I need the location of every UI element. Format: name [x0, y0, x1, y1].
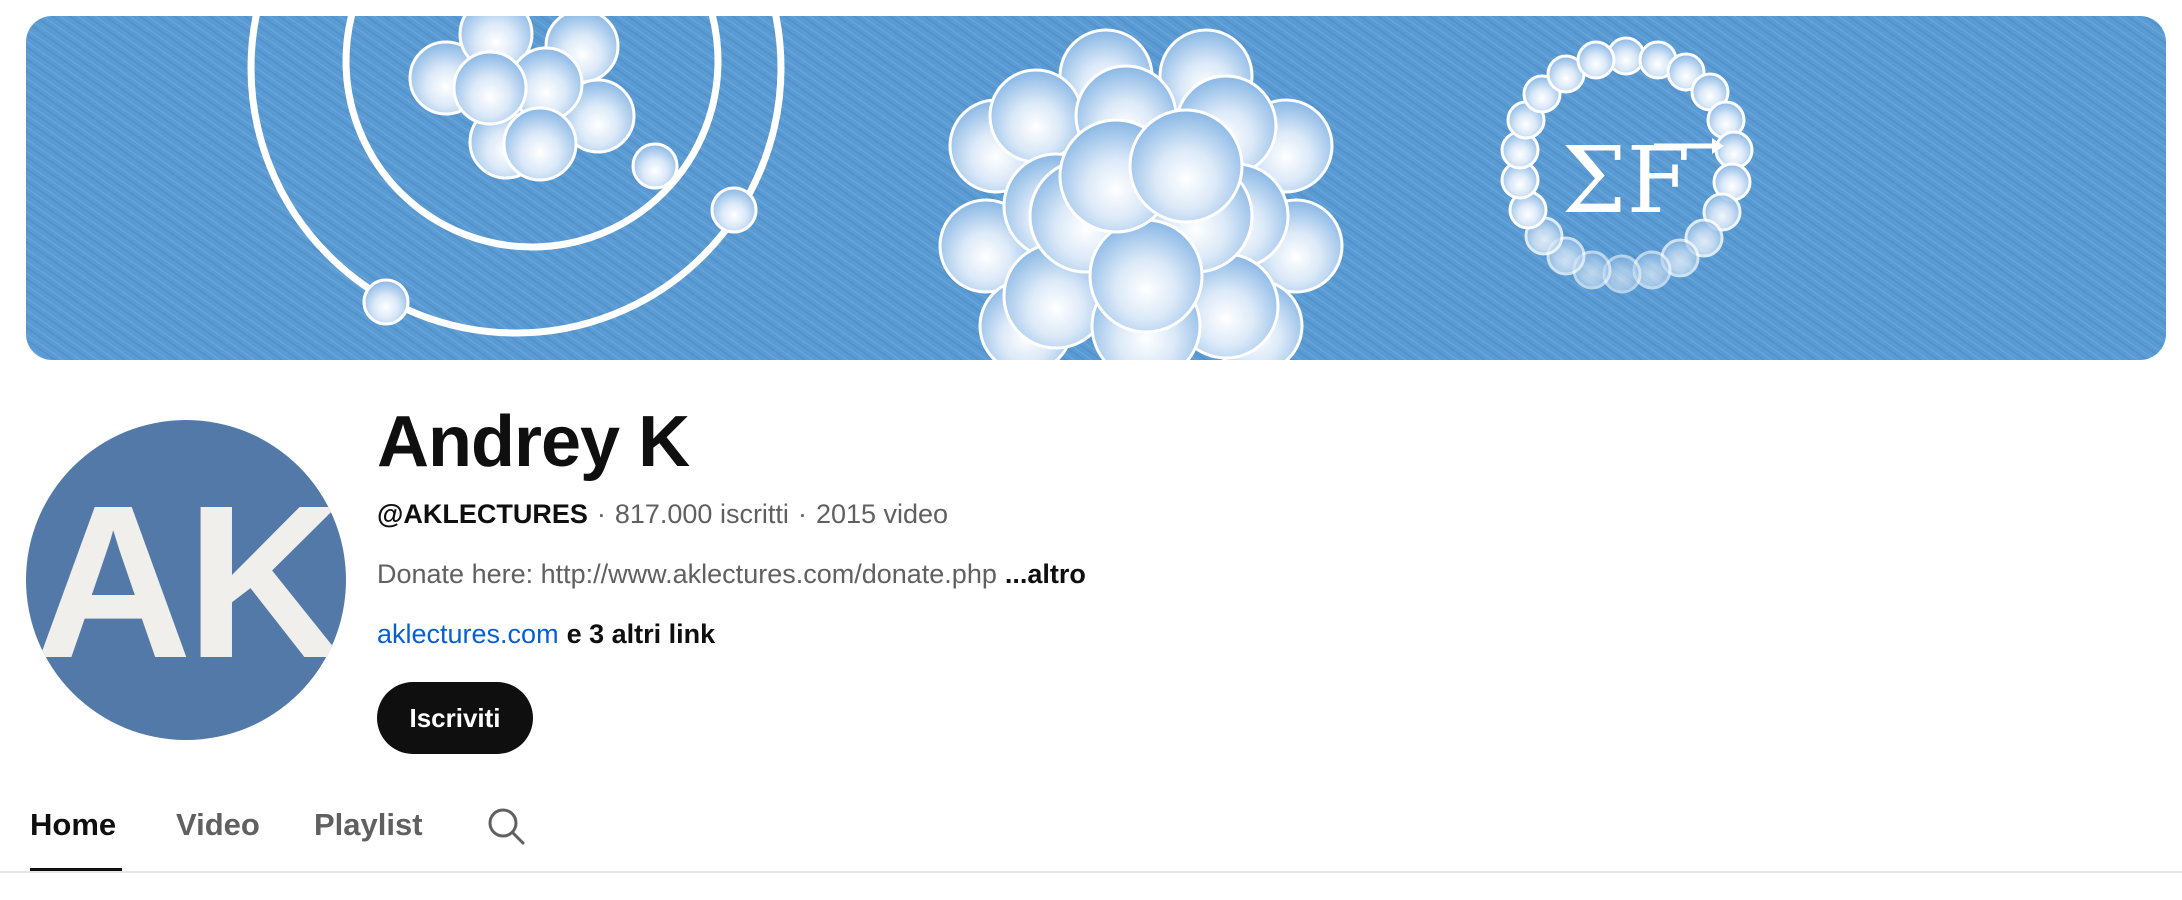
tab-label: Home	[30, 807, 117, 842]
channel-links: aklectures.com e 3 altri link	[377, 617, 715, 651]
channel-name: Andrey K	[377, 402, 690, 482]
tab-video[interactable]: Video	[176, 790, 260, 872]
channel-page: ΣF AK Andrey K @AKLECTURES · 817.000 iscri…	[0, 0, 2182, 900]
channel-info: Andrey K @AKLECTURES · 817.000 iscritti · 20…	[377, 400, 1086, 754]
channel-description[interactable]: Donate here: http://www.aklectures.com/d…	[377, 557, 1086, 591]
channel-tabs: Home Video Playlist	[0, 790, 2182, 872]
channel-banner: ΣF	[26, 16, 2166, 360]
primary-link[interactable]: aklectures.com	[377, 619, 559, 649]
description-text: Donate here: http://www.aklectures.com/d…	[377, 559, 997, 589]
tab-label: Playlist	[314, 807, 423, 842]
channel-meta: @AKLECTURES · 817.000 iscritti · 2015 video	[377, 497, 948, 531]
banner-artwork: ΣF	[26, 16, 2166, 360]
subscribe-button[interactable]: Iscriviti	[377, 682, 533, 754]
banner-formula: ΣF	[1562, 127, 1691, 234]
channel-avatar[interactable]: AK	[26, 420, 346, 740]
tabs-divider	[0, 871, 2182, 873]
more-links-button[interactable]: e 3 altri link	[567, 619, 716, 649]
search-icon[interactable]	[486, 806, 526, 846]
channel-handle: @AKLECTURES	[377, 499, 588, 529]
tab-home[interactable]: Home	[30, 790, 123, 872]
meta-separator: ·	[596, 499, 606, 529]
avatar-initials: AK	[34, 461, 344, 704]
meta-separator: ·	[797, 499, 807, 529]
tab-label: Video	[176, 807, 260, 842]
video-count: 2015 video	[815, 499, 949, 529]
subscriber-count: 817.000 iscritti	[614, 499, 789, 529]
tab-playlist[interactable]: Playlist	[314, 790, 423, 872]
description-more-link[interactable]: ...altro	[1005, 559, 1086, 589]
